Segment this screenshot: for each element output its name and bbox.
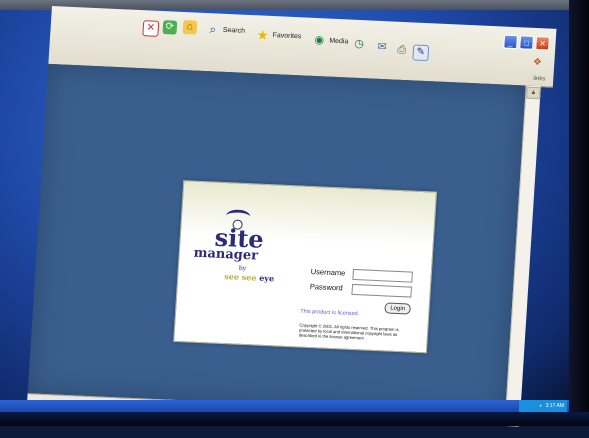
minimize-button[interactable]: _ (503, 34, 519, 50)
logo-see-see-eye: see see eye (224, 271, 274, 283)
page-content: site manager by see see eye Username Pas… (27, 63, 526, 415)
password-label: Password (309, 281, 344, 293)
speaker-icon[interactable]: ◐ (540, 403, 543, 409)
mail-icon: ✉ (377, 40, 388, 53)
print-icon: ⎙ (397, 43, 407, 56)
username-field[interactable] (352, 268, 413, 283)
license-notice: This product is licensed. (300, 308, 360, 318)
search-button[interactable]: ⌕ Search (205, 22, 245, 38)
copyright-notice: Copyright © 2001. All rights reserved. T… (298, 322, 399, 341)
history-button[interactable]: ◷ (352, 37, 367, 52)
logo-see-1: see (224, 271, 240, 282)
maximize-button[interactable]: □ (519, 35, 535, 50)
edit-button[interactable]: ✎ (412, 44, 430, 62)
print-button[interactable]: ⎙ (394, 43, 409, 58)
media-label: Media (329, 37, 349, 45)
username-label: Username (310, 267, 346, 278)
password-field[interactable] (351, 283, 413, 298)
stop-button[interactable]: ✕ (142, 20, 160, 37)
login-panel: site manager by see see eye Username Pas… (173, 180, 438, 354)
mail-button[interactable]: ✉ (375, 40, 390, 55)
refresh-icon: ⟳ (162, 20, 178, 35)
search-icon: ⌕ (209, 22, 217, 37)
system-tray: ◐ 3:17 AM (519, 400, 567, 412)
favorites-label: Favorites (272, 31, 302, 40)
favorites-star-icon: ★ (256, 26, 269, 43)
home-icon: ⌂ (182, 19, 198, 35)
history-icon: ◷ (354, 37, 365, 50)
home-button[interactable]: ⌂ (182, 19, 198, 35)
clock[interactable]: 3:17 AM (546, 403, 564, 409)
search-label: Search (222, 26, 246, 35)
monitor-right-bezel (569, 0, 589, 426)
window-controls: _ □ ✕ (503, 34, 550, 51)
login-button[interactable]: Login (384, 302, 411, 315)
refresh-button[interactable]: ⟳ (162, 20, 178, 35)
media-button[interactable]: ◉ Media (312, 33, 349, 49)
windows-logo-icon: ❖ (532, 56, 543, 69)
stop-icon: ✕ (142, 20, 160, 37)
links-label[interactable]: links (533, 76, 545, 83)
taskbar (0, 400, 589, 412)
logo-eye: eye (258, 272, 275, 284)
favorites-button[interactable]: ★ Favorites (255, 27, 302, 43)
logo-manager-text: manager (193, 245, 259, 264)
edit-icon: ✎ (412, 44, 430, 62)
scroll-up-arrow-icon[interactable]: ▲ (526, 86, 541, 100)
monitor-bottom-bezel (0, 412, 589, 426)
browser-window: ✕ ⟳ ⌂ ⌕ Search ★ Favorites ◉ Media ◷ ✉ ⎙ (26, 6, 557, 438)
media-icon: ◉ (314, 33, 325, 46)
logo-see-2: see (241, 271, 257, 283)
close-button[interactable]: ✕ (535, 35, 550, 51)
